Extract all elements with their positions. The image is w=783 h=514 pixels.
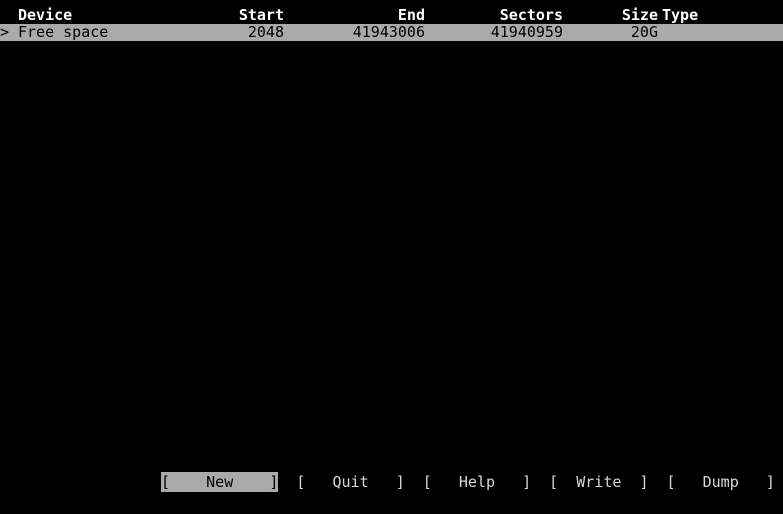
menu-item-quit[interactable]: [ Quit ] bbox=[296, 472, 404, 492]
table-header-row: Device Start End Sectors Size Type bbox=[0, 7, 783, 24]
table-row[interactable]: > Free space 2048 41943006 41940959 20G bbox=[0, 24, 783, 41]
row-selection-arrow-icon: > bbox=[0, 23, 10, 41]
menu-item-new[interactable]: [ New ] bbox=[161, 472, 279, 492]
row-cell-sectors: 41940959 bbox=[490, 23, 563, 41]
row-cell-start: 2048 bbox=[247, 23, 284, 41]
menu-item-help[interactable]: [ Help ] bbox=[423, 472, 531, 492]
menu-item-dump[interactable]: [ Dump ] bbox=[667, 472, 775, 492]
column-header-start: Start bbox=[238, 6, 284, 24]
column-header-size: Size bbox=[621, 6, 658, 24]
column-header-sectors: Sectors bbox=[499, 6, 563, 24]
row-cell-device: Free space bbox=[18, 23, 109, 41]
column-header-type: Type bbox=[662, 6, 699, 24]
column-header-end: End bbox=[397, 6, 425, 24]
row-cell-size: 20G bbox=[630, 23, 658, 41]
partition-table: Device Start End Sectors Size Type > Fre… bbox=[0, 7, 783, 41]
row-cell-end: 41943006 bbox=[352, 23, 425, 41]
menu-bar: [ New ] [ Quit ] [ Help ] [ Write ] [ Du… bbox=[0, 472, 783, 492]
cfdisk-screen: Device Start End Sectors Size Type > Fre… bbox=[0, 0, 783, 514]
column-header-device: Device bbox=[18, 6, 73, 24]
menu-item-write[interactable]: [ Write ] bbox=[549, 472, 648, 492]
